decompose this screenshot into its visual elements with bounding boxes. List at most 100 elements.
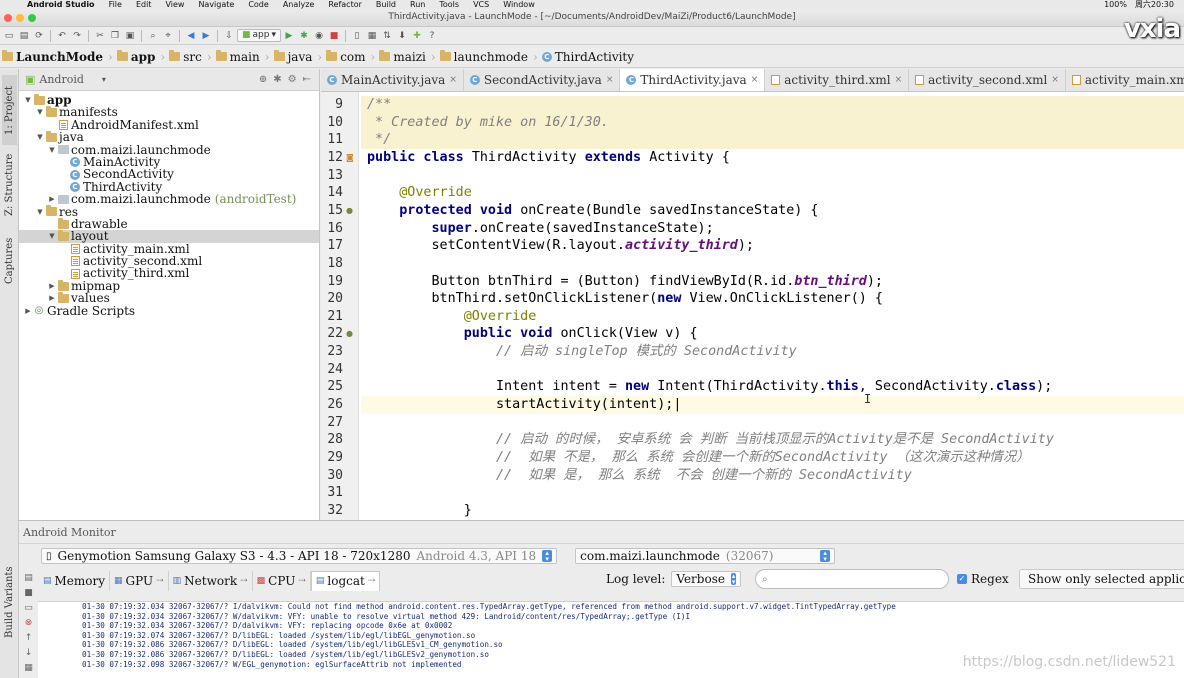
checkbox-checked-icon[interactable]: ✓	[957, 574, 967, 584]
attach-debugger-icon[interactable]: ◉	[312, 29, 326, 43]
filter-dropdown[interactable]: Show only selected application	[1019, 569, 1184, 589]
expanded-arrow-icon[interactable]: ▼	[35, 206, 45, 218]
override-marker-icon[interactable]: ●	[346, 206, 354, 215]
code-line[interactable]: public void onClick(View v) {	[361, 325, 1184, 343]
code-line[interactable]: }	[361, 502, 1184, 520]
code-line[interactable]: // 如果 不是， 那么 系统 会创建一个新的SecondActivity （这…	[361, 449, 1184, 467]
back-icon[interactable]: ◀	[184, 29, 198, 43]
code-line[interactable]: super.onCreate(savedInstanceState);	[361, 220, 1184, 238]
collapsed-arrow-icon[interactable]: ▶	[23, 305, 33, 317]
code-line[interactable]: startActivity(intent);|	[361, 396, 1184, 414]
breadcrumb-item[interactable]: main ›	[215, 50, 274, 64]
code-line[interactable]: @Override	[361, 184, 1184, 202]
sdk-manager-icon[interactable]: ⬇	[395, 29, 409, 43]
close-tab-icon[interactable]: ×	[751, 75, 759, 85]
code-line[interactable]: protected void onCreate(Bundle savedInst…	[361, 202, 1184, 220]
breadcrumb-item[interactable]: maizi ›	[379, 50, 439, 64]
sync-gradle-icon[interactable]: ⇅	[380, 29, 394, 43]
debug-icon[interactable]: ✱	[297, 29, 311, 43]
code-line[interactable]	[361, 167, 1184, 185]
chevron-down-icon[interactable]: ▾	[102, 75, 106, 84]
expanded-arrow-icon[interactable]: ▼	[47, 144, 57, 156]
expanded-arrow-icon[interactable]: ▼	[47, 230, 57, 242]
tab-project[interactable]: 1: Project	[2, 75, 17, 145]
tab-logcat[interactable]: ▤ logcat ⇢	[310, 570, 381, 591]
expanded-arrow-icon[interactable]: ▼	[35, 131, 45, 143]
open-icon[interactable]: ▭	[2, 29, 16, 43]
code-line[interactable]: setContentView(R.layout.activity_third);	[361, 237, 1184, 255]
menu-edit[interactable]: Edit	[129, 0, 159, 9]
tree-item[interactable]: ▼ manifests	[19, 106, 319, 119]
tree-item[interactable]: ▼ layout	[19, 230, 319, 243]
scroll-from-source-icon[interactable]: ⊕	[259, 74, 267, 85]
tree-item[interactable]: drawable	[19, 217, 319, 230]
tree-item[interactable]: ▶ mipmap	[19, 279, 319, 292]
run-icon[interactable]: ▶	[282, 29, 296, 43]
collapsed-arrow-icon[interactable]: ▶	[47, 280, 57, 292]
menu-tools[interactable]: Tools	[432, 0, 466, 9]
collapsed-arrow-icon[interactable]: ▶	[47, 193, 57, 205]
code-line[interactable]	[361, 484, 1184, 502]
breadcrumb-item[interactable]: app ›	[116, 50, 169, 64]
sync-icon[interactable]: ⟳	[32, 29, 46, 43]
tab-gpu[interactable]: ▦ GPU ⇢	[110, 570, 169, 591]
regex-toggle[interactable]: ✓ Regex	[957, 572, 1009, 586]
terminate-app-icon[interactable]: ⊗	[23, 618, 34, 629]
tree-item[interactable]: ▼ com.maizi.launchmode	[19, 143, 319, 156]
menubar-clock[interactable]: 周六20:30	[1135, 0, 1174, 9]
breadcrumb-item[interactable]: C ThirdActivity	[541, 50, 638, 64]
editor-tab[interactable]: C ThirdActivity.java ×	[620, 69, 766, 91]
hide-panel-icon[interactable]: ⇤	[303, 74, 311, 85]
redo-icon[interactable]: ↷	[70, 29, 84, 43]
scroll-end-icon[interactable]: ■	[23, 588, 34, 599]
editor-gutter[interactable]: 9 10 11 12 ◙ 13 14 15 ● 16 17 18 19 20 21 22 ● 23 24 25 26 27…	[321, 92, 359, 520]
down-arrow-icon[interactable]: ↓	[23, 648, 34, 659]
code-line[interactable]: /**	[361, 96, 1184, 114]
menu-build[interactable]: Build	[369, 0, 403, 9]
menu-window[interactable]: Window	[496, 0, 542, 9]
project-view-mode[interactable]: Android	[39, 73, 84, 86]
make-project-icon[interactable]: ⇩	[222, 29, 236, 43]
process-selector[interactable]: com.maizi.launchmode (32067) ▴ ▾	[575, 548, 836, 564]
tab-network[interactable]: ▥ Network ⇢	[169, 570, 253, 591]
gear-icon[interactable]: ⚙	[288, 74, 297, 85]
class-marker-icon[interactable]: ◙	[346, 153, 354, 162]
tree-item[interactable]: ▶ com.maizi.launchmode (androidTest)	[19, 193, 319, 206]
help-icon[interactable]: ?	[425, 29, 439, 43]
up-arrow-icon[interactable]: ↑	[23, 633, 34, 644]
avd-manager-icon[interactable]: ▯	[350, 29, 364, 43]
menu-analyze[interactable]: Analyze	[276, 0, 322, 9]
undo-icon[interactable]: ↶	[55, 29, 69, 43]
screenshot-icon[interactable]: ▭	[23, 603, 34, 614]
code-line[interactable]: btnThird.setOnClickListener(new View.OnC…	[361, 290, 1184, 308]
cut-icon[interactable]: ✂	[93, 29, 107, 43]
run-config-dropdown[interactable]: ■ app ▾	[237, 29, 281, 42]
paste-icon[interactable]: ▣	[123, 29, 137, 43]
tree-item[interactable]: ▶ values	[19, 292, 319, 305]
expanded-arrow-icon[interactable]: ▼	[35, 106, 45, 118]
breadcrumb-item[interactable]: com ›	[326, 50, 379, 64]
menu-navigate[interactable]: Navigate	[191, 0, 241, 9]
menu-refactor[interactable]: Refactor	[321, 0, 369, 9]
settings-icon[interactable]: ✱	[273, 74, 281, 85]
clear-log-icon[interactable]: ▤	[23, 573, 34, 584]
tree-item[interactable]: C SecondActivity	[19, 168, 319, 181]
menu-code[interactable]: Code	[241, 0, 275, 9]
code-line[interactable]: Button btnThird = (Button) findViewById(…	[361, 273, 1184, 291]
menu-run[interactable]: Run	[403, 0, 432, 9]
code-area[interactable]: /** * Created by mike on 16/1/30. */publ…	[361, 92, 1184, 520]
tab-structure[interactable]: Z: Structure	[2, 149, 17, 221]
code-line[interactable]: Intent intent = new Intent(ThirdActivity…	[361, 378, 1184, 396]
expanded-arrow-icon[interactable]: ▼	[23, 94, 33, 106]
code-line[interactable]	[361, 414, 1184, 432]
tree-item[interactable]: activity_third.xml	[19, 267, 319, 280]
breadcrumb-item[interactable]: src ›	[169, 50, 215, 64]
editor-tab[interactable]: C SecondActivity.java ×	[464, 69, 621, 91]
code-line[interactable]: @Override	[361, 308, 1184, 326]
tree-item[interactable]: ▶ ◎ Gradle Scripts	[19, 304, 319, 317]
copy-icon[interactable]: ❐	[108, 29, 122, 43]
close-tab-icon[interactable]: ×	[606, 75, 614, 85]
code-line[interactable]: */	[361, 131, 1184, 149]
device-selector[interactable]: ▯ Genymotion Samsung Galaxy S3 - 4.3 - A…	[41, 548, 558, 564]
log-level-select[interactable]: Verbose ▴ ▾	[671, 571, 742, 587]
